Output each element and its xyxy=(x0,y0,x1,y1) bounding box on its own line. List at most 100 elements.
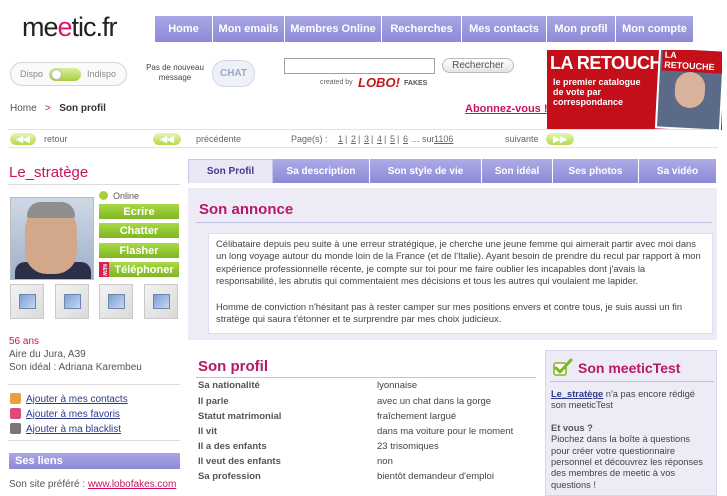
add-favorite-link[interactable]: Ajouter à mes favoris xyxy=(10,408,120,420)
meetictest-title: Son meeticTest xyxy=(578,360,681,376)
nav-mes-emails[interactable]: Mon emails xyxy=(213,16,285,42)
page-link-5[interactable]: 5 xyxy=(390,134,395,144)
online-status: Online xyxy=(99,191,139,201)
meetictest-user-link[interactable]: Le_stratège xyxy=(551,389,603,399)
telephoner-button[interactable]: Téléphoner xyxy=(109,262,179,277)
annonce-paragraph: Homme de conviction n'hésitant pas à res… xyxy=(216,300,683,325)
tab-sa-video[interactable]: Sa vidéo xyxy=(639,159,717,183)
nav-home[interactable]: Home xyxy=(155,16,213,42)
pager-bar: ◀◀ retour ◀◀ précédente Page(s) : 1 | 2 … xyxy=(8,129,718,148)
indispo-label: Indispo xyxy=(87,69,117,79)
checkmark-icon xyxy=(553,358,573,376)
profile-photo[interactable] xyxy=(10,197,94,280)
meetictest-panel: Son meeticTest Le_stratège n'a pas encor… xyxy=(545,350,717,496)
chat-button[interactable]: CHAT xyxy=(212,60,255,87)
prev-link[interactable]: précédente xyxy=(196,134,241,144)
ecrire-button[interactable]: Ecrire xyxy=(99,204,179,219)
catalogue-title: LA RETOUCHE xyxy=(661,50,722,74)
abonnez-vous-link[interactable]: Abonnez-vous ! xyxy=(465,103,548,115)
page-link-last[interactable]: 1106 xyxy=(434,134,453,144)
flasher-button[interactable]: Flasher xyxy=(99,243,179,258)
image-icon xyxy=(108,294,125,309)
ad-headline: LA RETOUCHE xyxy=(550,53,674,73)
online-label: Online xyxy=(113,191,140,201)
tab-sa-description[interactable]: Sa description xyxy=(273,159,370,183)
prev-arrow-icon[interactable]: ◀◀ xyxy=(153,133,181,145)
ses-liens-header: Ses liens xyxy=(9,453,180,469)
divider xyxy=(196,222,712,223)
add-blacklist-label: Ajouter à ma blacklist xyxy=(26,424,122,435)
page-link-4[interactable]: 4 xyxy=(377,134,382,144)
tab-ses-photos[interactable]: Ses photos xyxy=(553,159,639,183)
meetic-logo[interactable]: meetic.fr xyxy=(22,12,118,43)
photo-thumbnail[interactable] xyxy=(99,284,133,319)
page-link-2[interactable]: 2 xyxy=(351,134,356,144)
user-age: 56 ans xyxy=(9,336,40,347)
la-retouche-ad[interactable]: LA RETOUCHE le premier catalogue de vote… xyxy=(547,50,722,130)
divider xyxy=(196,377,536,378)
photo-thumbnail[interactable] xyxy=(55,284,89,319)
photo-thumbnail[interactable] xyxy=(144,284,178,319)
pages-ellipsis: ... sur xyxy=(412,134,435,144)
lobo-brand: LOBO xyxy=(358,75,396,90)
add-blacklist-link[interactable]: Ajouter à ma blacklist xyxy=(10,423,121,435)
site-label: Son site préféré : xyxy=(9,479,86,490)
add-favorite-label: Ajouter à mes favoris xyxy=(26,409,120,420)
user-location: Aire du Jura, A39 xyxy=(9,349,86,360)
logo-text: me xyxy=(22,12,59,42)
nav-mon-compte[interactable]: Mon compte xyxy=(616,16,694,42)
profil-value: 23 trisomiques xyxy=(377,441,439,452)
photo-thumbnail[interactable] xyxy=(10,284,44,319)
tab-son-ideal[interactable]: Son idéal xyxy=(482,159,553,183)
annonce-title: Son annonce xyxy=(199,201,294,218)
divider xyxy=(8,440,180,441)
blacklist-icon xyxy=(10,423,21,434)
tab-son-profil[interactable]: Son Profil xyxy=(188,159,273,183)
divider xyxy=(550,381,714,382)
chatter-button[interactable]: Chatter xyxy=(99,223,179,238)
breadcrumb-separator: > xyxy=(45,103,51,114)
profil-title: Son profil xyxy=(198,358,268,375)
breadcrumb-home[interactable]: Home xyxy=(10,103,37,114)
search-button[interactable]: Rechercher xyxy=(442,58,514,73)
lobo-logo: LOBO! xyxy=(358,75,400,90)
nav-membres-online[interactable]: Membres Online xyxy=(285,16,382,42)
image-icon xyxy=(64,294,81,309)
profil-value: avec un chat dans la gorge xyxy=(377,396,492,407)
logo-domain: tic.fr xyxy=(71,12,118,42)
divider xyxy=(8,384,180,385)
nav-mes-contacts[interactable]: Mes contacts xyxy=(462,16,547,42)
profil-value: dans ma voiture pour le moment xyxy=(377,426,514,437)
profil-value: fraîchement largué xyxy=(377,411,457,422)
page-link-6[interactable]: 6 xyxy=(403,134,408,144)
main-nav: Home Mon emails Membres Online Recherche… xyxy=(155,16,694,42)
page-link-1[interactable]: 1 xyxy=(338,134,343,144)
fakes-label: FAKES xyxy=(404,80,428,87)
site-link[interactable]: www.lobofakes.com xyxy=(88,479,176,490)
meetictest-question: Et vous ? xyxy=(551,422,593,433)
chat-status-message: Pas de nouveau message xyxy=(146,63,204,82)
add-contact-link[interactable]: Ajouter à mes contacts xyxy=(10,393,128,405)
availability-toggle[interactable] xyxy=(49,68,81,81)
breadcrumb: Home > Son profil xyxy=(10,103,106,114)
nav-recherches[interactable]: Recherches xyxy=(382,16,462,42)
search-input[interactable] xyxy=(284,58,435,74)
favorite-heart-icon xyxy=(10,408,21,419)
profil-label: Il veut des enfants xyxy=(198,456,281,467)
profil-value: bientôt demandeur d'emploi xyxy=(377,471,494,482)
profil-value: non xyxy=(377,456,393,467)
profile-username: Le_stratège xyxy=(9,164,89,181)
next-arrow-icon[interactable]: ▶▶ xyxy=(546,133,574,145)
tab-son-style-de-vie[interactable]: Son style de vie xyxy=(370,159,482,183)
favorite-site: Son site préféré : www.lobofakes.com xyxy=(9,479,176,490)
nav-mon-profil[interactable]: Mon profil xyxy=(547,16,616,42)
next-link[interactable]: suivante xyxy=(505,134,539,144)
meetictest-prompt: Piochez dans la boîte à questions pour c… xyxy=(551,434,703,490)
back-link[interactable]: retour xyxy=(44,134,68,144)
image-icon xyxy=(153,294,170,309)
page-link-3[interactable]: 3 xyxy=(364,134,369,144)
breadcrumb-current: Son profil xyxy=(59,103,106,114)
back-arrow-icon[interactable]: ◀◀ xyxy=(10,133,36,145)
profil-label: Sa profession xyxy=(198,471,261,482)
divider xyxy=(8,184,180,185)
